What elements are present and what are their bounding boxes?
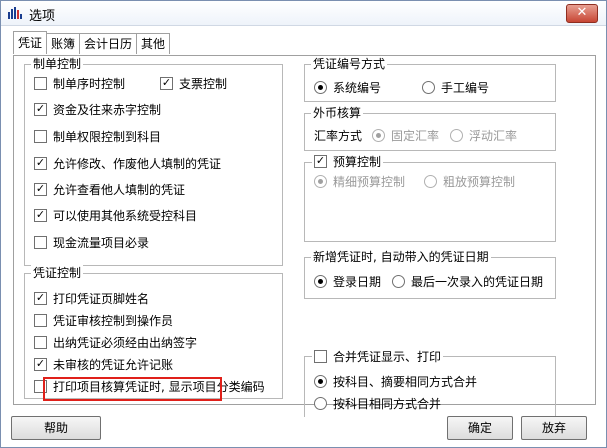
radio-button[interactable] <box>392 275 405 288</box>
check-use-controlled-accounts[interactable]: ✓ 可以使用其他系统受控科目 <box>34 208 197 224</box>
ok-button[interactable]: 确定 <box>447 416 513 440</box>
check-sequential-control[interactable]: 制单序时控制 <box>34 76 125 92</box>
radio-fine-budget: 精细预算控制 <box>314 174 405 190</box>
check-budget-control[interactable]: ✓ 预算控制 <box>312 154 384 170</box>
checkbox[interactable]: ✓ <box>34 292 47 305</box>
checkbox[interactable] <box>34 314 47 327</box>
check-allow-view-others[interactable]: ✓ 允许查看他人填制的凭证 <box>34 182 185 198</box>
radio-fixed-rate: 固定汇率 <box>372 128 439 144</box>
checkbox[interactable] <box>34 236 47 249</box>
checkbox[interactable]: ✓ <box>160 77 173 90</box>
title-bar: 选项 ✕ <box>1 1 606 26</box>
radio-button <box>372 129 385 142</box>
tab-ledger[interactable]: 账簿 <box>46 33 81 54</box>
rate-mode-label: 汇率方式 <box>314 129 363 143</box>
foreign-currency-title: 外币核算 <box>311 105 364 121</box>
check-audit-to-operator[interactable]: 凭证审核控制到操作员 <box>34 313 173 329</box>
checkbox[interactable] <box>34 130 47 143</box>
radio-login-date[interactable]: 登录日期 <box>314 274 381 290</box>
check-allow-unaudited-posting[interactable]: ✓ 未审核的凭证允许记账 <box>34 357 173 373</box>
voucher-tab-panel: 制单控制 制单序时控制 ✓ 支票控制 ✓ 资金及往来赤字控制 制单权限控制到科目 ✓… <box>13 55 596 417</box>
radio-coarse-budget: 粗放预算控制 <box>424 174 515 190</box>
highlight-box <box>43 377 222 401</box>
checkbox[interactable]: ✓ <box>34 358 47 371</box>
radio-system-numbering[interactable]: 系统编号 <box>314 80 381 96</box>
checkbox[interactable]: ✓ <box>314 155 327 168</box>
radio-button[interactable] <box>314 397 327 410</box>
radio-last-entry-date[interactable]: 最后一次录入的凭证日期 <box>392 274 543 290</box>
check-fund-deficit-control[interactable]: ✓ 资金及往来赤字控制 <box>34 102 161 118</box>
numbering-title: 凭证编号方式 <box>311 56 388 72</box>
radio-button[interactable] <box>314 275 327 288</box>
tab-other[interactable]: 其他 <box>136 33 171 54</box>
check-permission-to-account[interactable]: 制单权限控制到科目 <box>34 129 161 145</box>
radio-button[interactable] <box>422 81 435 94</box>
checkbox[interactable] <box>314 350 327 363</box>
close-icon[interactable]: ✕ <box>566 4 598 23</box>
radio-manual-numbering[interactable]: 手工编号 <box>422 80 489 96</box>
cancel-button[interactable]: 放弃 <box>521 416 587 440</box>
voucher-control-title: 凭证控制 <box>31 265 84 281</box>
window-title: 选项 <box>29 9 56 24</box>
check-allow-modify-others[interactable]: ✓ 允许修改、作废他人填制的凭证 <box>34 156 221 172</box>
radio-merge-account-summary[interactable]: 按科目、摘要相同方式合并 <box>314 374 477 390</box>
check-cashier-sign[interactable]: 出纳凭证必须经由出纳签字 <box>34 335 197 351</box>
options-dialog: 选项 ✕ 凭证 账簿 会计日历 其他 制单控制 制单序时控制 ✓ 支票控制 ✓ 资金… <box>0 0 607 448</box>
radio-floating-rate: 浮动汇率 <box>450 128 517 144</box>
radio-button <box>450 129 463 142</box>
bill-control-title: 制单控制 <box>31 56 84 72</box>
radio-button[interactable] <box>314 81 327 94</box>
check-print-footer-names[interactable]: ✓ 打印凭证页脚姓名 <box>34 291 149 307</box>
radio-merge-account[interactable]: 按科目相同方式合并 <box>314 396 441 412</box>
tab-accounting-calendar[interactable]: 会计日历 <box>79 33 138 54</box>
check-cashflow-required[interactable]: 现金流量项目必录 <box>34 235 149 251</box>
tab-voucher[interactable]: 凭证 <box>13 31 48 54</box>
checkbox[interactable]: ✓ <box>34 183 47 196</box>
new-voucher-date-title: 新增凭证时, 自动带入的凭证日期 <box>311 249 491 265</box>
check-merge-display[interactable]: 合并凭证显示、打印 <box>312 349 444 365</box>
radio-button <box>424 175 437 188</box>
dialog-body: 凭证 账簿 会计日历 其他 制单控制 制单序时控制 ✓ 支票控制 ✓ 资金及往来赤字… <box>5 27 602 444</box>
checkbox[interactable] <box>34 77 47 90</box>
radio-button[interactable] <box>314 375 327 388</box>
checkbox[interactable]: ✓ <box>34 103 47 116</box>
app-icon <box>8 7 22 19</box>
check-cheque-control[interactable]: ✓ 支票控制 <box>160 76 227 92</box>
tab-strip: 凭证 账簿 会计日历 其他 <box>13 31 171 55</box>
checkbox[interactable] <box>34 336 47 349</box>
help-button[interactable]: 帮助 <box>11 416 101 440</box>
checkbox[interactable]: ✓ <box>34 209 47 222</box>
radio-button <box>314 175 327 188</box>
checkbox[interactable]: ✓ <box>34 157 47 170</box>
